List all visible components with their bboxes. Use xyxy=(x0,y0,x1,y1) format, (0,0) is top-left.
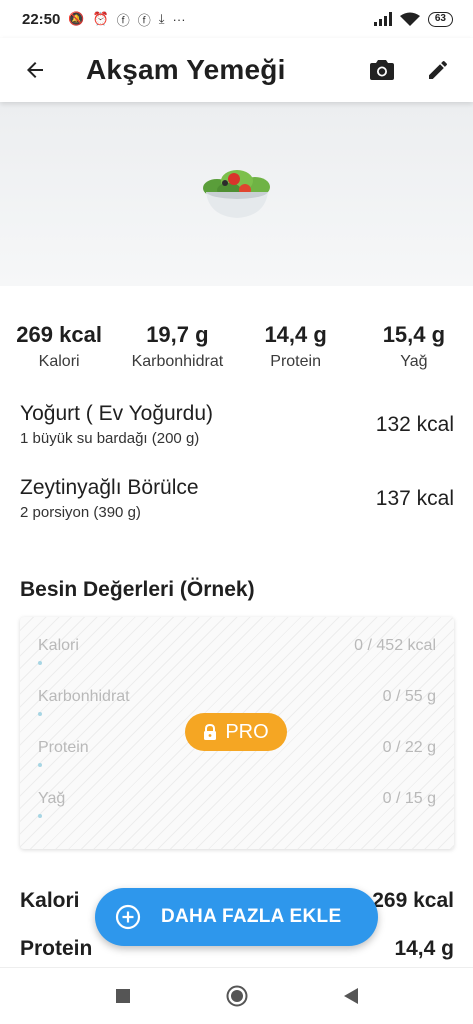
macro-summary: 269 kcal Kalori 19,7 g Karbonhidrat 14,4… xyxy=(0,322,473,371)
nutrition-card: Kalori 0 / 452 kcal Karbonhidrat 0 / 55 … xyxy=(20,617,454,849)
nutrition-progress-bar xyxy=(38,661,436,665)
mute-notifications-icon: 🔕 xyxy=(68,11,85,26)
triangle-back-icon xyxy=(343,988,358,1004)
macro-calories: 269 kcal Kalori xyxy=(0,322,118,371)
nutrition-value: 0 / 15 g xyxy=(382,790,436,807)
lock-icon xyxy=(204,724,217,740)
recents-button[interactable] xyxy=(108,981,138,1011)
download-icon: ⤓ xyxy=(158,11,165,26)
pro-label: PRO xyxy=(225,720,269,743)
macro-value: 19,7 g xyxy=(146,322,209,347)
facebook-icon: ⓕ xyxy=(116,12,130,28)
progress-fill xyxy=(38,814,42,818)
macro-label: Karbonhidrat xyxy=(131,353,224,370)
more-notifications-icon: ··· xyxy=(172,11,186,27)
macro-value: 15,4 g xyxy=(382,322,446,347)
pro-upgrade-button[interactable]: PRO xyxy=(185,713,287,751)
food-portion: 1 büyük su bardağı (200 g) xyxy=(20,430,200,447)
nutrition-label: Protein xyxy=(38,739,89,756)
food-calories: 132 kcal xyxy=(375,412,454,436)
add-circle-icon xyxy=(115,904,141,930)
total-label: Protein xyxy=(20,937,93,960)
food-portion: 2 porsiyon (390 g) xyxy=(20,504,141,521)
camera-icon xyxy=(370,60,394,80)
macro-value: 14,4 g xyxy=(264,322,327,347)
food-calories: 137 kcal xyxy=(375,486,454,510)
nutrition-section-title: Besin Değerleri (Örnek) xyxy=(20,578,255,601)
facebook-icon-2: ⓕ xyxy=(137,12,151,28)
macro-carbs: 19,7 g Karbonhidrat xyxy=(118,322,236,371)
back-nav-button[interactable] xyxy=(336,981,366,1011)
status-time: 22:50 xyxy=(22,10,61,28)
nutrition-label: Kalori xyxy=(38,637,79,654)
salad-bowl-icon xyxy=(202,170,270,218)
status-bar: 22:50 🔕 ⏰ ⓕ ⓕ ⤓ ··· 63 xyxy=(0,0,473,38)
nutrition-label: Karbonhidrat xyxy=(38,688,130,705)
total-value: 14,4 g xyxy=(394,937,454,960)
wifi-icon xyxy=(399,12,420,26)
edit-button[interactable] xyxy=(419,51,457,89)
signal-icon xyxy=(373,12,392,26)
macro-label: Yağ xyxy=(400,353,428,370)
home-circle-icon xyxy=(226,985,247,1007)
nutrition-value: 0 / 55 g xyxy=(382,688,436,705)
macro-value: 269 kcal xyxy=(16,322,102,347)
app-bar: Akşam Yemeği xyxy=(0,38,473,102)
square-icon xyxy=(115,989,130,1003)
add-more-label: DAHA FAZLA EKLE xyxy=(161,906,342,927)
nutrition-row-fat: Yağ 0 / 15 g xyxy=(38,790,436,818)
macro-label: Protein xyxy=(270,353,321,370)
system-nav-bar xyxy=(0,967,473,1024)
alarm-icon: ⏰ xyxy=(92,11,109,26)
total-value: 269 kcal xyxy=(372,889,454,912)
battery-indicator: 63 xyxy=(427,11,453,27)
home-button[interactable] xyxy=(222,981,252,1011)
nutrition-label: Yağ xyxy=(38,790,66,807)
nutrition-value: 0 / 452 kcal xyxy=(354,637,436,654)
progress-fill xyxy=(38,661,42,665)
nutrition-row-calories: Kalori 0 / 452 kcal xyxy=(38,637,436,665)
macro-label: Kalori xyxy=(38,353,80,370)
pencil-icon xyxy=(429,60,448,79)
food-item[interactable]: Yoğurt ( Ev Yoğurdu) 1 büyük su bardağı … xyxy=(20,402,454,447)
arrow-back-icon xyxy=(27,62,43,78)
food-item[interactable]: Zeytinyağlı Börülce 2 porsiyon (390 g) 1… xyxy=(20,476,454,521)
progress-fill xyxy=(38,763,42,767)
meal-image xyxy=(0,102,473,286)
food-name: Yoğurt ( Ev Yoğurdu) xyxy=(20,402,214,425)
food-name: Zeytinyağlı Börülce xyxy=(20,476,199,499)
add-more-button[interactable]: DAHA FAZLA EKLE xyxy=(95,888,378,946)
total-label: Kalori xyxy=(20,889,80,912)
back-button[interactable] xyxy=(6,38,64,102)
macro-protein: 14,4 g Protein xyxy=(237,322,355,371)
nutrition-progress-bar xyxy=(38,763,436,767)
page-title: Akşam Yemeği xyxy=(86,54,286,85)
progress-fill xyxy=(38,712,42,716)
nutrition-row-carbs: Karbonhidrat 0 / 55 g xyxy=(38,688,436,716)
macro-fat: 15,4 g Yağ xyxy=(355,322,473,371)
nutrition-value: 0 / 22 g xyxy=(382,739,436,756)
nutrition-progress-bar xyxy=(38,814,436,818)
camera-button[interactable] xyxy=(363,51,401,89)
